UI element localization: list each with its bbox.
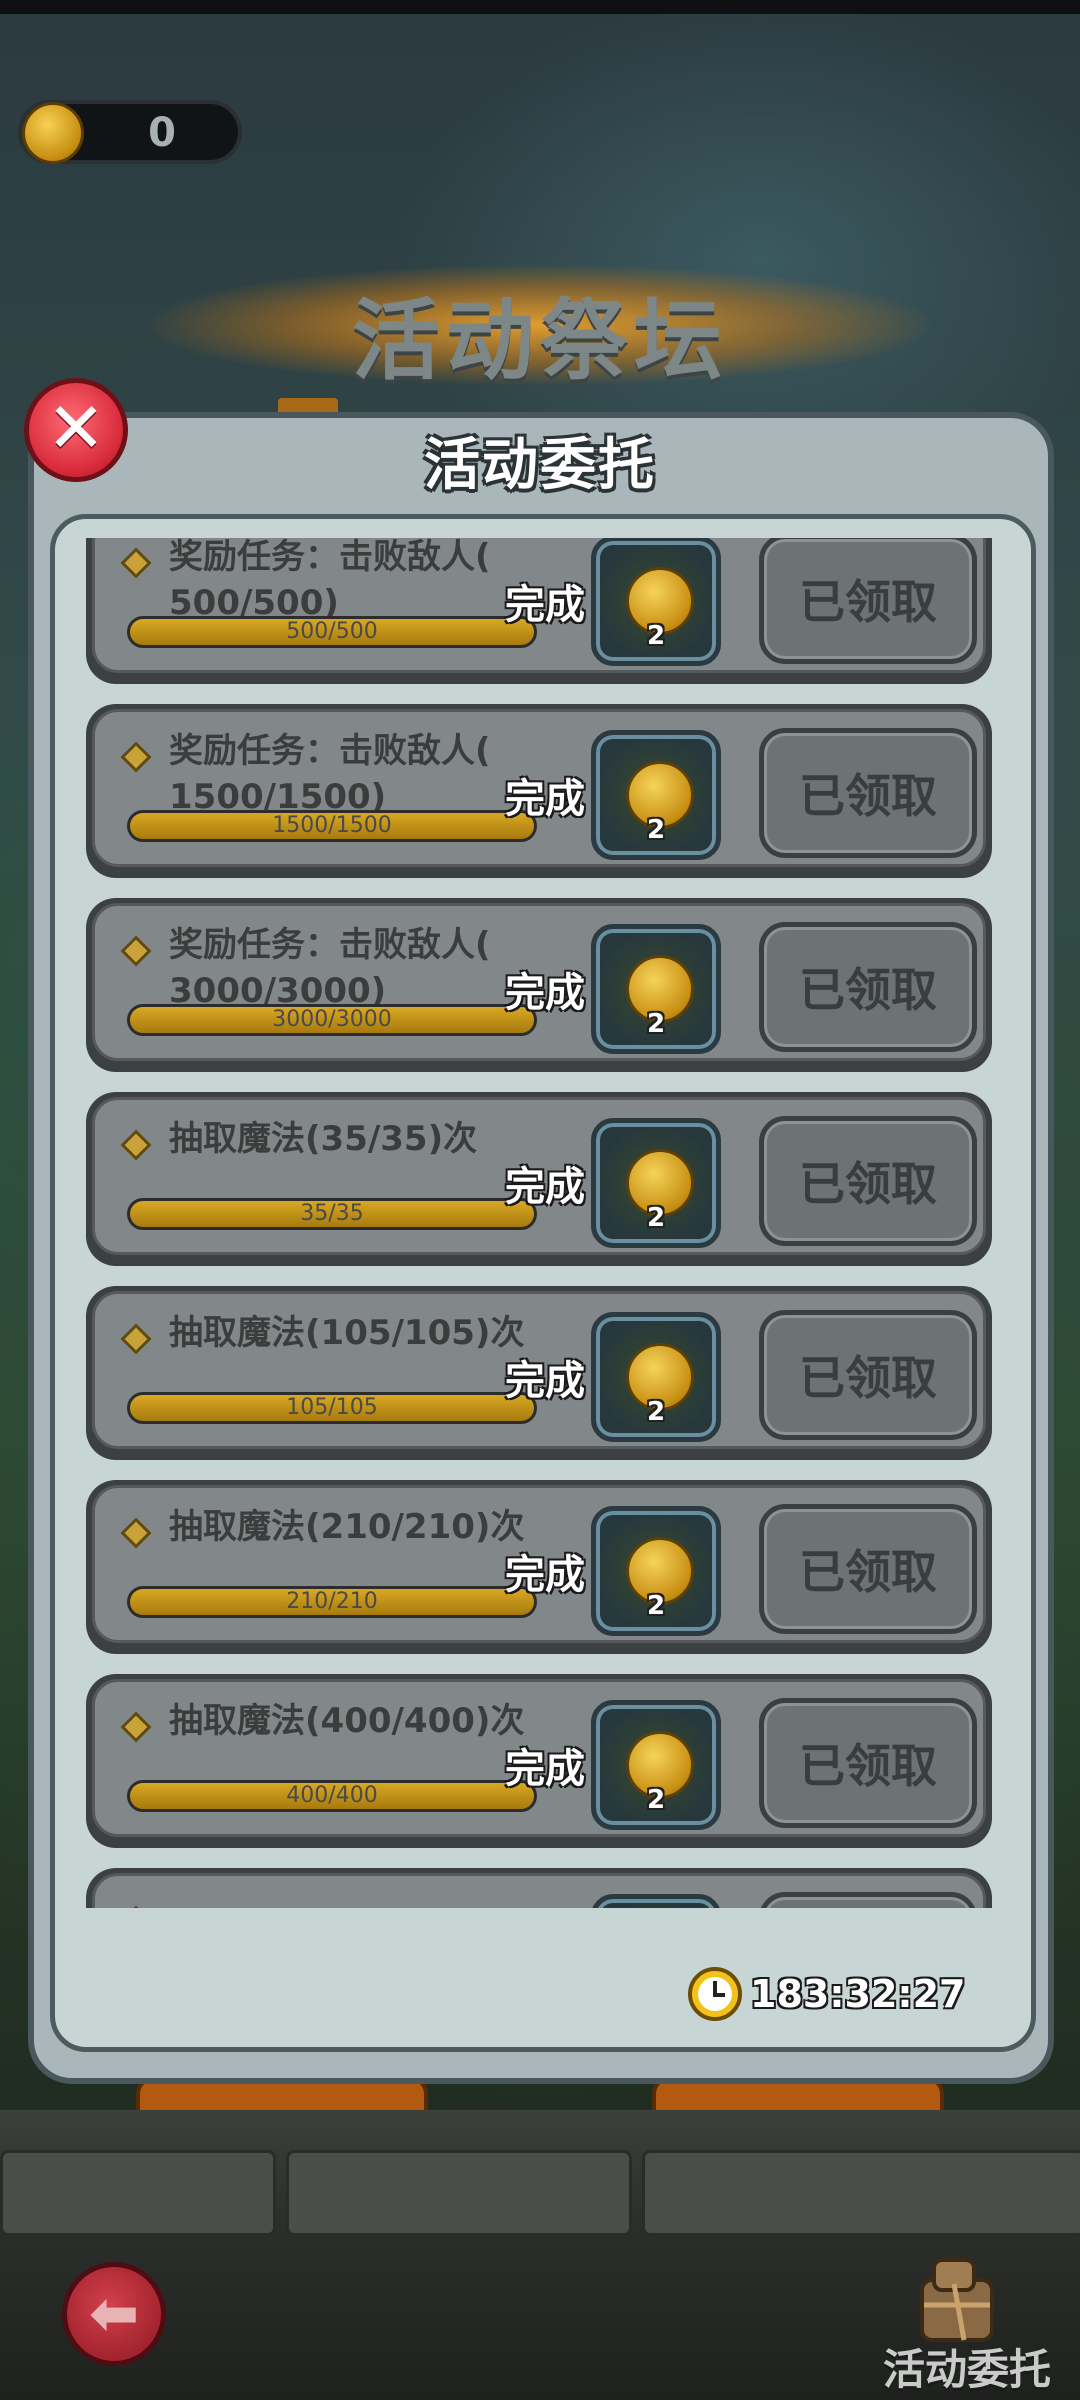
claimed-label: 已领取 <box>799 1739 937 1793</box>
reward-count: 2 <box>646 1397 666 1427</box>
reward-slot[interactable]: 2 <box>591 924 721 1054</box>
reward-count: 2 <box>646 815 666 845</box>
progress-label: 500/500 <box>286 619 378 644</box>
progress-label: 35/35 <box>300 1201 364 1226</box>
reward-count: 2 <box>646 1009 666 1039</box>
claimed-button[interactable]: 已领取 <box>759 538 977 664</box>
claimed-label: 已领取 <box>799 769 937 823</box>
task-card <box>92 1873 986 1908</box>
progress-label: 1500/1500 <box>272 813 392 838</box>
task-row: 抽取魔法(105/105)次 105/105 完成 2 已领取 <box>86 1286 992 1460</box>
task-row: 奖励任务：击败敌人( 3000/3000) 3000/3000 完成 2 已领取 <box>86 898 992 1072</box>
task-card: 抽取魔法(105/105)次 105/105 完成 2 已领取 <box>92 1291 986 1449</box>
status-complete: 完成 <box>505 582 585 628</box>
status-complete: 完成 <box>505 1164 585 1210</box>
claimed-label: 已领取 <box>799 1545 937 1599</box>
task-card: 抽取魔法(35/35)次 35/35 完成 2 已领取 <box>92 1097 986 1255</box>
ground-stone <box>286 2150 632 2236</box>
task-card: 奖励任务：击败敌人( 3000/3000) 3000/3000 完成 2 已领取 <box>92 903 986 1061</box>
back-arrow-icon: ⬅ <box>88 2279 140 2349</box>
claimed-label: 已领取 <box>799 575 937 629</box>
coin-icon <box>22 102 84 164</box>
diamond-icon <box>120 1517 152 1549</box>
status-complete: 完成 <box>505 776 585 822</box>
task-card: 奖励任务：击败敌人( 500/500) 500/500 完成 2 已领取 <box>92 538 986 673</box>
coin-counter: 0 <box>18 100 242 164</box>
reward-count: 2 <box>646 621 666 651</box>
task-card: 奖励任务：击败敌人( 1500/1500) 1500/1500 完成 2 已领取 <box>92 709 986 867</box>
task-card: 抽取魔法(400/400)次 400/400 完成 2 已领取 <box>92 1679 986 1837</box>
task-list[interactable]: 奖励任务：击败敌人( 500/500) 500/500 完成 2 已领取 奖励任务：击败敌… <box>86 538 998 1908</box>
diamond-icon <box>120 547 152 579</box>
task-row: 奖励任务：击败敌人( 1500/1500) 1500/1500 完成 2 已领取 <box>86 704 992 878</box>
claimed-button[interactable]: 已领取 <box>759 1116 977 1246</box>
quest-label[interactable]: 活动委托 <box>862 2336 1072 2397</box>
timer-text: 183:32:27 <box>750 1972 966 2016</box>
status-complete: 完成 <box>505 1552 585 1598</box>
altar-title: 活动祭坛 <box>351 289 728 392</box>
dialog-title: 活动委托 <box>424 433 656 498</box>
diamond-icon <box>120 1905 152 1908</box>
ground-stone <box>0 2150 276 2236</box>
reward-count: 2 <box>646 1785 666 1815</box>
diamond-icon <box>120 1711 152 1743</box>
reward-slot[interactable]: 2 <box>591 538 721 666</box>
scroll-bundle-icon[interactable] <box>904 2250 1014 2350</box>
claimed-button[interactable]: 已领取 <box>759 1698 977 1828</box>
coin-count: 0 <box>148 110 176 156</box>
diamond-icon <box>120 935 152 967</box>
reward-slot[interactable] <box>591 1894 721 1908</box>
claimed-button[interactable]: 已领取 <box>759 1504 977 1634</box>
task-row: 抽取魔法(35/35)次 35/35 完成 2 已领取 <box>86 1092 992 1266</box>
status-bar <box>0 0 1080 14</box>
diamond-icon <box>120 1323 152 1355</box>
claimed-label: 已领取 <box>799 1351 937 1405</box>
reward-slot[interactable]: 2 <box>591 1118 721 1248</box>
reward-slot[interactable]: 2 <box>591 730 721 860</box>
claimed-button[interactable]: 已领取 <box>759 1310 977 1440</box>
claimed-button[interactable]: 已领取 <box>759 728 977 858</box>
task-row: 抽取魔法(400/400)次 400/400 完成 2 已领取 <box>86 1674 992 1848</box>
claimed-label: 已领取 <box>799 1157 937 1211</box>
claimed-button[interactable] <box>759 1892 977 1908</box>
progress-label: 105/105 <box>286 1395 378 1420</box>
progress-label: 210/210 <box>286 1589 378 1614</box>
task-card: 抽取魔法(210/210)次 210/210 完成 2 已领取 <box>92 1485 986 1643</box>
back-button[interactable]: ⬅ <box>62 2262 166 2366</box>
reward-count: 2 <box>646 1203 666 1233</box>
diamond-icon <box>120 1129 152 1161</box>
close-x-icon: ✕ <box>46 387 106 469</box>
reward-slot[interactable]: 2 <box>591 1700 721 1830</box>
ground-stone <box>642 2150 1080 2236</box>
status-complete: 完成 <box>505 1746 585 1792</box>
progress-label: 3000/3000 <box>272 1007 392 1032</box>
reward-count: 2 <box>646 1591 666 1621</box>
task-row <box>86 1868 992 1908</box>
reward-slot[interactable]: 2 <box>591 1312 721 1442</box>
clock-icon <box>688 1967 742 2021</box>
claimed-button[interactable]: 已领取 <box>759 922 977 1052</box>
status-complete: 完成 <box>505 970 585 1016</box>
reward-slot[interactable]: 2 <box>591 1506 721 1636</box>
claimed-label: 已领取 <box>799 963 937 1017</box>
progress-label: 400/400 <box>286 1783 378 1808</box>
task-row: 奖励任务：击败敌人( 500/500) 500/500 完成 2 已领取 <box>86 538 992 684</box>
close-button[interactable]: ✕ <box>24 378 128 482</box>
diamond-icon <box>120 741 152 773</box>
countdown-timer: 183:32:27 <box>688 1964 965 2024</box>
task-row: 抽取魔法(210/210)次 210/210 完成 2 已领取 <box>86 1480 992 1654</box>
status-complete: 完成 <box>505 1358 585 1404</box>
